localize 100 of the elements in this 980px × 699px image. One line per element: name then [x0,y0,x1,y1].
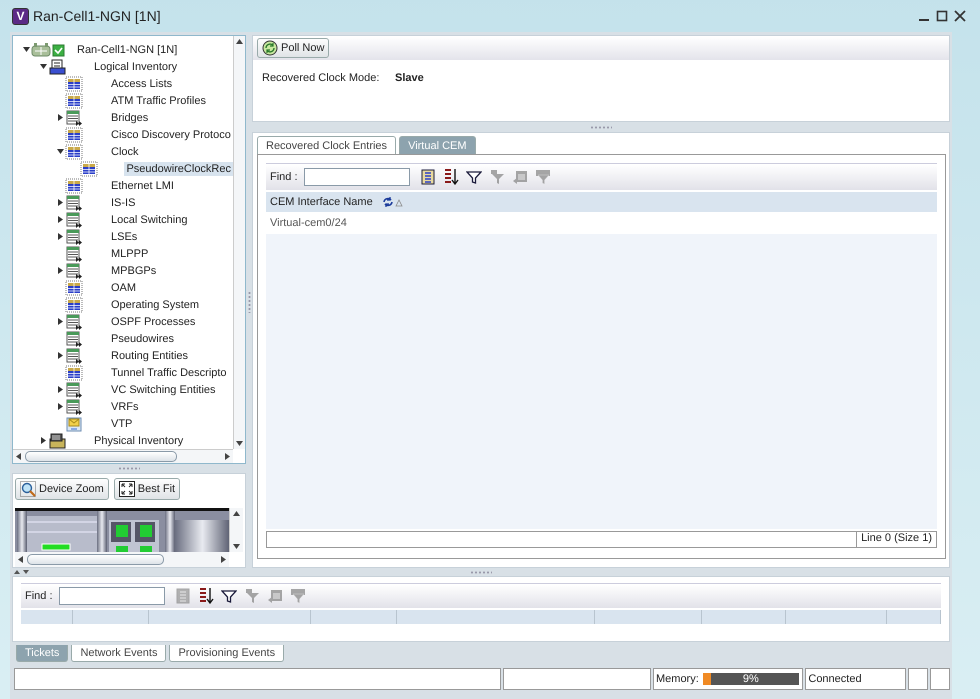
column-header[interactable]: CEM Interface Name [270,196,373,208]
table-cell: Virtual-cem0/24 [270,217,347,229]
tree-item[interactable]: VTP [109,416,134,430]
table-icon [65,76,83,92]
tree-item[interactable]: Cisco Discovery Protoco [109,128,233,142]
scrollbar[interactable] [233,36,245,450]
tree-item[interactable]: Clock [109,144,141,158]
collapsed-caret-icon[interactable] [56,233,64,240]
expanded-caret-icon[interactable] [22,46,30,53]
scroll-down-icon[interactable] [236,441,243,446]
table-icon [80,160,98,176]
tree-item[interactable]: Local Switching [109,212,190,226]
tree-item[interactable]: Bridges [109,110,150,124]
tree-item[interactable]: MLPPP [109,246,150,260]
scroll-down-icon[interactable] [233,544,240,549]
scrollbar[interactable] [229,508,243,552]
table-icon [65,364,83,380]
list-icon [65,262,83,278]
device-zoom-button[interactable]: Device Zoom [15,478,109,500]
filter-icon[interactable] [466,169,482,185]
tree-item[interactable]: ATM Traffic Profiles [109,94,208,108]
collapsed-caret-icon[interactable] [56,352,64,359]
tree-item[interactable]: IS-IS [109,196,138,210]
find-field[interactable] [304,168,410,186]
sort-ascending-icon[interactable] [380,196,403,208]
tree-item[interactable]: Tunnel Traffic Descripto [109,366,229,380]
table-icon [65,280,83,296]
router-status-icon [31,42,67,58]
collapsed-caret-icon[interactable] [56,199,64,206]
tree-item[interactable]: Operating System [109,298,202,312]
collapsed-caret-icon[interactable] [56,386,64,393]
tab[interactable]: Provisioning Events [169,645,284,662]
table-icon [65,144,83,160]
connection-status: Connected [808,673,862,685]
list-icon [65,246,83,262]
tree-item[interactable]: Physical Inventory [92,434,186,448]
tree-item[interactable]: Pseudowires [109,332,176,346]
close-icon[interactable] [954,10,966,22]
magnifier-icon [20,481,36,497]
tab[interactable]: Network Events [71,645,166,662]
sort-icon[interactable] [442,168,459,186]
window-title: Ran-Cell1-NGN [1N] [33,8,162,24]
collapsed-caret-icon[interactable] [56,267,64,274]
collapsed-caret-icon[interactable] [56,114,64,121]
scroll-left-icon[interactable] [16,453,21,460]
tree-item[interactable]: LSEs [109,230,140,244]
collapsed-caret-icon[interactable] [40,437,46,444]
tree-item[interactable]: OAM [109,280,138,294]
tree-item[interactable]: Ran-Cell1-NGN [1N] [75,42,180,56]
row-count: Line 0 (Size 1) [856,532,936,547]
memory-label: Memory: [656,673,699,685]
collapsed-caret-icon[interactable] [56,216,64,223]
expanded-caret-icon[interactable] [56,148,64,155]
collapsed-caret-icon[interactable] [56,318,64,325]
app-logo: V [12,8,29,24]
list-icon [65,110,83,126]
list-icon [65,330,83,346]
scrollbar[interactable] [13,449,233,464]
tree-item[interactable]: Routing Entities [109,348,190,362]
collapsed-caret-icon[interactable] [56,403,64,410]
columns-icon[interactable] [420,169,436,185]
status-cell [908,668,928,690]
scroll-up-icon[interactable] [236,39,243,44]
best-fit-button[interactable]: Best Fit [114,478,180,500]
find-field[interactable] [58,587,165,605]
tree-item[interactable]: Access Lists [109,76,174,90]
scroll-right-icon[interactable] [225,453,230,460]
field-label: Recovered Clock Mode: [262,72,380,84]
scroll-left-icon[interactable] [18,556,23,563]
find-label: Find : [25,590,53,602]
sort-icon[interactable] [198,587,214,605]
collapse-arrows-icon[interactable] [14,569,30,575]
poll-now-button[interactable]: Poll Now [257,38,330,58]
table-icon [65,126,83,142]
scroll-right-icon[interactable] [221,556,226,563]
maximize-icon[interactable] [936,10,948,22]
field-value: Slave [395,72,424,84]
list-icon [65,382,83,398]
table-icon [65,92,83,108]
list-icon [65,228,83,244]
tree-item[interactable]: OSPF Processes [109,314,198,328]
scroll-up-icon[interactable] [233,511,240,516]
tab[interactable]: Recovered Clock Entries [257,136,396,154]
table-icon [65,296,83,312]
hardware-card-icon [48,432,66,448]
filter-icon[interactable] [220,588,237,604]
list-icon [65,398,83,414]
tree-item[interactable]: Ethernet LMI [109,178,176,192]
expanded-caret-icon[interactable] [40,63,46,70]
memory-reading: 9% [742,673,760,685]
refresh-icon [262,40,278,56]
table-icon [65,178,83,194]
tree-item[interactable]: VC Switching Entities [109,382,218,396]
envelope-icon [65,416,83,432]
scrollbar[interactable] [15,552,229,567]
tree-item[interactable]: VRFs [109,400,140,414]
tree-item[interactable]: Logical Inventory [92,60,180,74]
status-cell [930,668,950,690]
tree-item[interactable]: PseudowireClockRec [124,162,233,176]
tree-item[interactable]: MPBGPs [109,264,158,278]
